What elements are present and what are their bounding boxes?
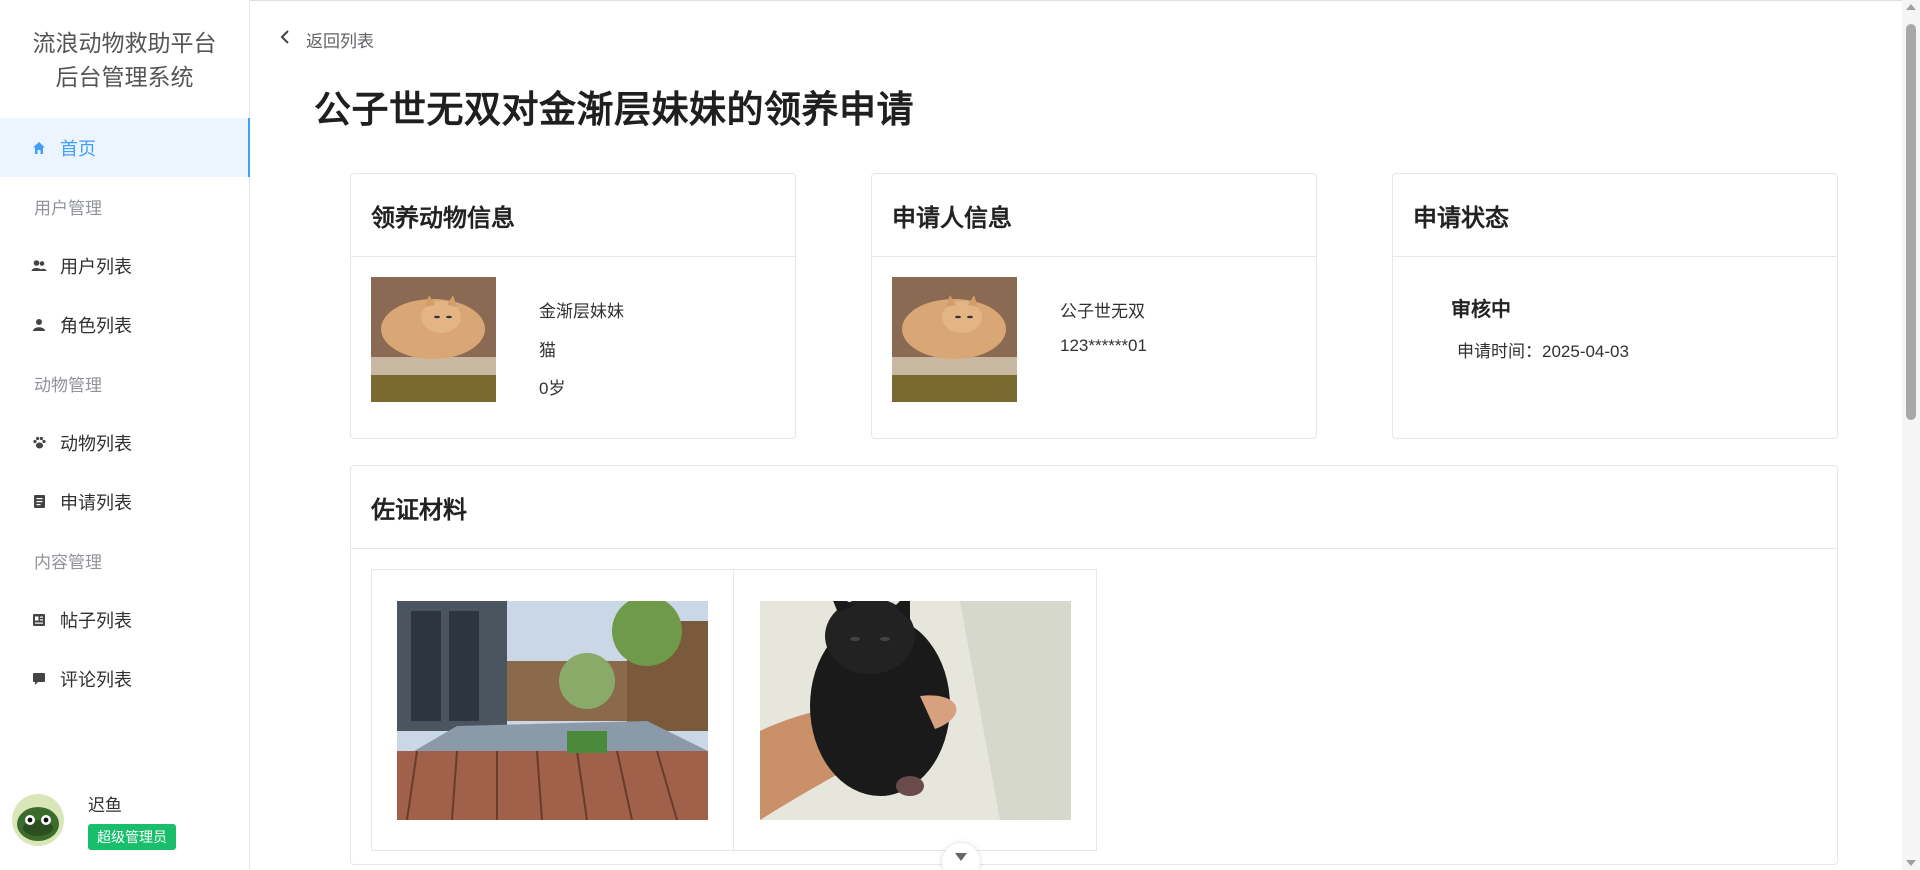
menu-group-animal: 动物管理 (34, 376, 102, 395)
applicant-phone: 123******01 (1060, 336, 1147, 355)
brand-line-2: 后台管理系统 (55, 64, 194, 90)
status-value: 审核中 (1451, 299, 1511, 321)
applicant-name: 公子世无双 (1060, 302, 1145, 321)
user-meta: 迟鱼 超级管理员 (88, 791, 176, 850)
card-title: 领养动物信息 (351, 174, 795, 257)
animal-species: 猫 (539, 341, 556, 360)
brand-line-1: 流浪动物救助平台 (32, 30, 217, 56)
sidebar-item-label: 动物列表 (60, 433, 132, 454)
scroll-down-arrow-icon[interactable] (1906, 860, 1916, 866)
sidebar-item-comment-list[interactable]: 评论列表 (0, 649, 249, 708)
evidence-photo-yard[interactable] (397, 600, 708, 820)
card-title: 申请人信息 (872, 174, 1316, 257)
sidebar: 流浪动物救助平台 后台管理系统 首页 用户管理 用户列表 角色列表 动物管理 动… (0, 0, 250, 870)
vertical-scrollbar[interactable] (1902, 0, 1920, 870)
evidence-card: 佐证材料 (350, 465, 1838, 865)
applicant-photo[interactable] (892, 277, 1017, 402)
evidence-gallery (371, 569, 1097, 851)
page-title: 公子世无双对金渐层妹妹的领养申请 (314, 89, 914, 130)
sidebar-item-home[interactable]: 首页 (0, 118, 250, 177)
animal-age: 0岁 (539, 379, 566, 398)
sidebar-item-label: 申请列表 (60, 492, 132, 513)
animal-name: 金渐层妹妹 (539, 302, 624, 321)
application-status-card: 申请状态 审核中 申请时间：2025-04-03 (1392, 173, 1838, 439)
chevron-left-icon (280, 29, 290, 50)
sidebar-item-label: 帖子列表 (60, 610, 132, 631)
back-label: 返回列表 (306, 32, 374, 51)
sidebar-item-post-list[interactable]: 帖子列表 (0, 590, 249, 649)
paw-icon (30, 434, 48, 452)
home-icon (30, 139, 48, 157)
role-badge: 超级管理员 (88, 823, 176, 850)
animal-info-card: 领养动物信息 金渐层妹妹 猫 0岁 (350, 173, 796, 439)
menu-group-user: 用户管理 (34, 199, 102, 218)
users-icon (30, 257, 48, 275)
comment-icon (30, 670, 48, 688)
evidence-item[interactable] (372, 570, 734, 850)
card-title: 佐证材料 (351, 466, 1837, 549)
evidence-photo-kitten[interactable] (759, 600, 1071, 820)
sidebar-menu: 首页 用户管理 用户列表 角色列表 动物管理 动物列表 申请列表 内容管理 帖子… (0, 118, 250, 708)
sidebar-item-label: 评论列表 (60, 669, 132, 690)
sidebar-item-label: 用户列表 (60, 256, 132, 277)
person-icon (30, 316, 48, 334)
sidebar-item-label: 首页 (60, 138, 96, 159)
application-time: 申请时间：2025-04-03 (1457, 337, 1629, 362)
back-to-list-button[interactable]: 返回列表 (280, 27, 374, 52)
sidebar-item-animal-list[interactable]: 动物列表 (0, 413, 249, 472)
sidebar-item-user-list[interactable]: 用户列表 (0, 236, 249, 295)
time-label: 申请时间： (1457, 342, 1542, 361)
card-title: 申请状态 (1393, 174, 1837, 257)
article-icon (30, 611, 48, 629)
main-content: 返回列表 公子世无双对金渐层妹妹的领养申请 领养动物信息 金渐层妹妹 猫 0岁 (250, 0, 1902, 870)
sidebar-item-label: 角色列表 (60, 315, 132, 336)
evidence-item[interactable] (734, 570, 1096, 850)
chevron-down-icon (954, 850, 968, 868)
scrollbar-thumb[interactable] (1906, 24, 1916, 420)
applicant-info-card: 申请人信息 公子世无双 123******01 (871, 173, 1317, 439)
sidebar-item-role-list[interactable]: 角色列表 (0, 295, 249, 354)
user-name: 迟鱼 (88, 795, 122, 815)
notebook-icon (30, 493, 48, 511)
time-value: 2025-04-03 (1542, 342, 1629, 361)
brand-title: 流浪动物救助平台 后台管理系统 (0, 0, 249, 118)
animal-photo[interactable] (371, 277, 496, 402)
sidebar-item-application-list[interactable]: 申请列表 (0, 472, 249, 531)
avatar[interactable] (12, 794, 64, 846)
current-user[interactable]: 迟鱼 超级管理员 (0, 770, 250, 870)
scroll-up-arrow-icon[interactable] (1906, 4, 1916, 10)
menu-group-content: 内容管理 (34, 553, 102, 572)
